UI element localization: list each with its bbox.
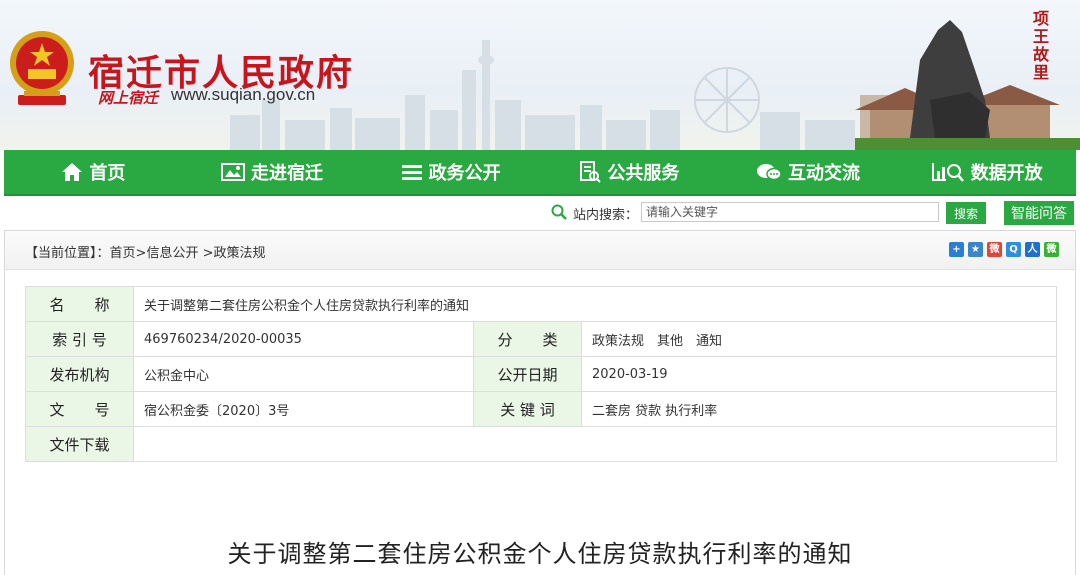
search-bar: 站内搜索： 搜索 智能问答 <box>0 200 1080 226</box>
article-title: 关于调整第二套住房公积金个人住房贷款执行利率的通知 <box>227 540 853 568</box>
meta-value-name: 关于调整第二套住房公积金个人住房贷款执行利率的通知 <box>132 286 1058 322</box>
table-row: 发布机构 公积金中心 公开日期 2020-03-19 <box>25 356 1058 392</box>
main-nav: 首页 走进宿迁 政务公开 公共服务 互动交流 数据开放 <box>4 150 1076 196</box>
nav-item-open-gov[interactable]: 政务公开 <box>361 150 540 194</box>
seal-calligraphy: 项王故里 <box>1032 9 1049 82</box>
weibo-share-icon[interactable]: 微 <box>987 242 1002 257</box>
meta-key-category: 分 类 <box>473 321 582 357</box>
smart-qa-button[interactable]: 智能问答 <box>1004 201 1074 225</box>
breadcrumb-separator: > <box>135 246 147 261</box>
table-row: 索 引 号 469760234/2020-00035 分 类 政策法规 其他 通… <box>25 321 1058 357</box>
meta-key-doc-number: 文 号 <box>25 391 134 427</box>
qzone-share-icon[interactable]: Q <box>1006 242 1021 257</box>
picture-icon <box>221 163 245 181</box>
breadcrumb-bar: 【当前位置】：首页>信息公开 >政策法规 + ★ 微 Q 人 微 <box>5 231 1075 270</box>
document-meta-table: 名 称 关于调整第二套住房公积金个人住房贷款执行利率的通知 索 引 号 4697… <box>25 286 1058 462</box>
home-icon <box>62 163 83 181</box>
chat-icon <box>757 164 782 181</box>
table-row: 文件下载 <box>25 426 1058 462</box>
nav-item-home[interactable]: 首页 <box>4 150 183 194</box>
nav-label: 数据开放 <box>970 163 1043 184</box>
table-row: 名 称 关于调整第二套住房公积金个人住房贷款执行利率的通知 <box>25 286 1058 322</box>
content-frame: 【当前位置】：首页>信息公开 >政策法规 + ★ 微 Q 人 微 名 称 关于调… <box>4 230 1076 575</box>
data-icon <box>931 163 964 182</box>
meta-key-keywords: 关 键 词 <box>473 391 582 427</box>
nav-item-public-service[interactable]: 公共服务 <box>540 150 719 194</box>
site-url: www.suqian.gov.cn <box>171 85 316 104</box>
meta-key-date: 公开日期 <box>473 356 582 392</box>
nav-label: 政务公开 <box>428 163 501 184</box>
search-button[interactable]: 搜索 <box>946 202 986 224</box>
sub-logo-text: 网上宿迁 <box>98 89 159 107</box>
table-row: 文 号 宿公积金委〔2020〕3号 关 键 词 二套房 贷款 执行利率 <box>25 391 1058 427</box>
breadcrumb-info-link[interactable]: 信息公开 <box>146 246 198 261</box>
breadcrumb-prefix: 【当前位置】： <box>25 246 110 261</box>
nav-item-interaction[interactable]: 互动交流 <box>719 150 898 194</box>
meta-value-doc-number: 宿公积金委〔2020〕3号 <box>133 391 474 427</box>
meta-value-date: 2020-03-19 <box>580 356 1058 392</box>
nav-item-about[interactable]: 走进宿迁 <box>183 150 362 194</box>
wechat-share-icon[interactable]: 微 <box>1044 242 1059 257</box>
service-icon <box>580 161 602 183</box>
nav-label: 首页 <box>89 163 126 184</box>
nav-label: 走进宿迁 <box>251 163 323 184</box>
nav-item-open-data[interactable]: 数据开放 <box>897 150 1076 194</box>
nav-label: 互动交流 <box>788 163 861 184</box>
meta-value-index: 469760234/2020-00035 <box>133 321 474 357</box>
plus-share-icon[interactable]: + <box>949 242 964 257</box>
meta-key-index: 索 引 号 <box>25 321 134 357</box>
search-icon <box>551 204 567 220</box>
renren-share-icon[interactable]: 人 <box>1025 242 1040 257</box>
meta-key-download: 文件下载 <box>25 426 134 462</box>
meta-value-download[interactable] <box>132 426 1058 462</box>
meta-key-issuer: 发布机构 <box>25 356 134 392</box>
breadcrumb-separator: > <box>198 246 214 261</box>
meta-key-name: 名 称 <box>25 286 134 322</box>
meta-value-category: 政策法规 其他 通知 <box>580 321 1058 357</box>
breadcrumb: 【当前位置】：首页>信息公开 >政策法规 <box>25 242 266 261</box>
share-toolbar: + ★ 微 Q 人 微 <box>949 242 1059 257</box>
breadcrumb-policy-link[interactable]: 政策法规 <box>213 246 265 261</box>
list-icon <box>401 165 422 180</box>
national-emblem-icon <box>10 31 74 105</box>
star-share-icon[interactable]: ★ <box>968 242 983 257</box>
breadcrumb-home-link[interactable]: 首页 <box>110 246 136 261</box>
search-label: 站内搜索： <box>573 208 639 223</box>
meta-value-keywords: 二套房 贷款 执行利率 <box>580 391 1058 427</box>
site-banner: 宿迁市人民政府 网上宿迁 www.suqian.gov.cn 项王故里 <box>0 0 1080 150</box>
nav-label: 公共服务 <box>607 163 680 184</box>
search-input[interactable] <box>641 202 939 222</box>
meta-value-issuer: 公积金中心 <box>133 356 474 392</box>
